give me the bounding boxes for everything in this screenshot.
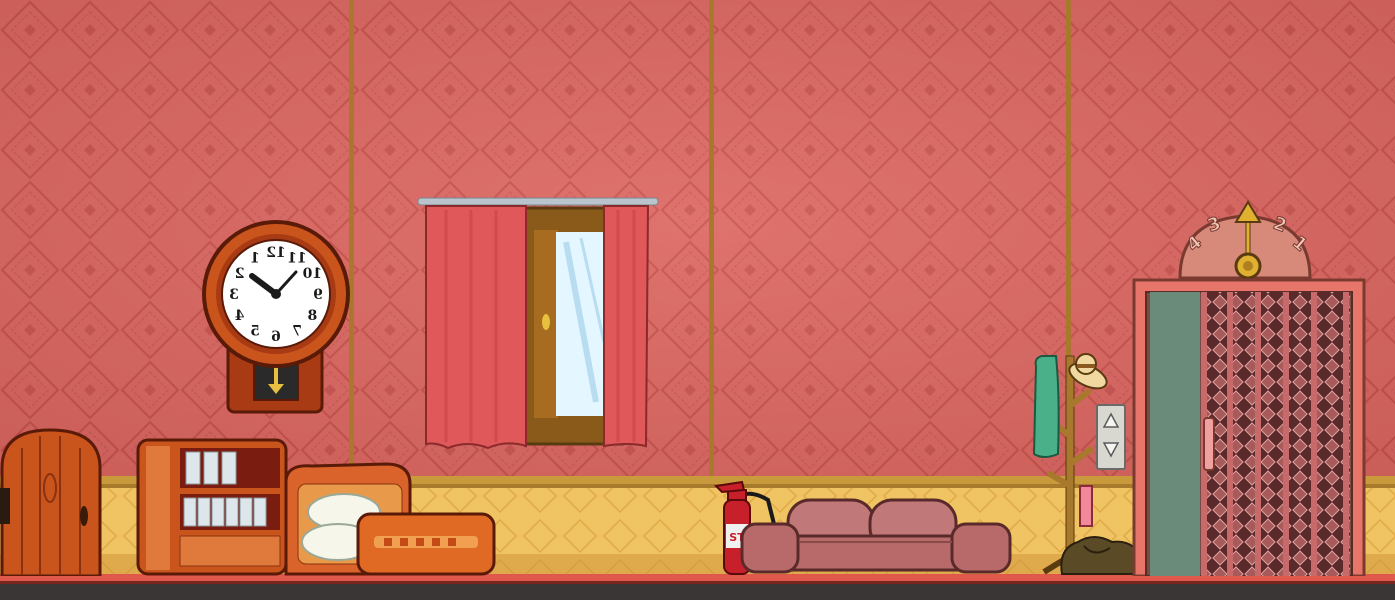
clock-numeral: 4: [235, 308, 245, 324]
bookshelf[interactable]: [136, 438, 288, 576]
clock-numeral: 10: [302, 266, 322, 282]
down-arrow-icon[interactable]: [1102, 440, 1120, 458]
clock-numeral: 9: [313, 287, 323, 303]
pink-umbrella: [1079, 485, 1093, 527]
wooden-door[interactable]: [0, 428, 104, 576]
up-arrow-icon[interactable]: [1102, 412, 1120, 430]
elevator-interior: [1150, 292, 1200, 576]
clock-numeral: 1: [250, 251, 260, 267]
left-curtain[interactable]: [425, 205, 527, 450]
door-hinge: [0, 488, 10, 524]
clock-numeral: 11: [287, 251, 306, 267]
green-scarf: [1032, 355, 1060, 458]
sofa[interactable]: [740, 496, 1012, 576]
clock-numeral: 7: [292, 323, 302, 339]
right-curtain[interactable]: [603, 205, 650, 448]
game-scene: 12 1 2 3 4 5 6 7 8 9 10 11 ST 4 3 2 1: [0, 0, 1395, 600]
low-radiator-bench[interactable]: [356, 512, 496, 576]
clock-numeral: 8: [307, 308, 317, 324]
door-knob: [80, 506, 88, 526]
dial-needle: [1234, 200, 1262, 223]
elevator-floor-dial: 43 21: [1178, 200, 1312, 280]
elevator[interactable]: [1132, 278, 1366, 576]
clock-numeral: 12: [266, 245, 285, 261]
wall-clock[interactable]: 12 12 3 45 6 78 9 1011: [196, 220, 356, 415]
clock-numeral: 6: [271, 329, 281, 345]
elevator-call-panel: [1096, 404, 1126, 470]
clock-numeral: 3: [229, 287, 239, 303]
clock-numeral: 2: [235, 266, 245, 282]
window-latch: [542, 314, 550, 330]
elevator-gate: [1202, 292, 1350, 576]
clock-numeral: 5: [250, 323, 260, 339]
window-with-curtains: [417, 197, 659, 450]
floor: [0, 574, 1395, 600]
elevator-gate-handle[interactable]: [1203, 417, 1215, 471]
